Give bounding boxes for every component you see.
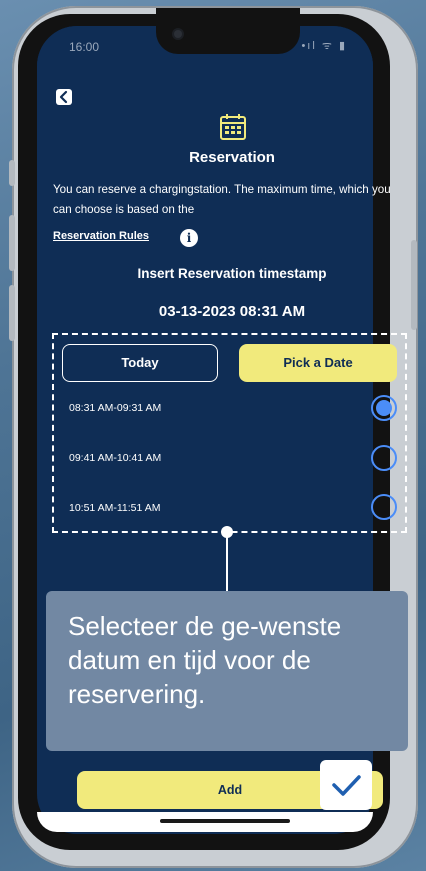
- camera-icon: [174, 30, 182, 38]
- time-slot-label[interactable]: 09:41 AM-10:41 AM: [69, 452, 161, 464]
- selected-datetime: 03-13-2023 08:31 AM: [158, 303, 306, 320]
- back-button[interactable]: [56, 89, 72, 105]
- today-button[interactable]: Today: [62, 344, 218, 382]
- calendar-icon: [220, 114, 246, 140]
- phone-volume-down: [9, 285, 15, 341]
- instruction-tooltip: Selecteer de ge-wenste datum en tijd voo…: [46, 591, 408, 751]
- status-icons: •ıl ᯤ ▮: [301, 40, 347, 52]
- info-icon[interactable]: i: [180, 229, 198, 247]
- page-title: Reservation: [189, 149, 275, 166]
- time-slot-label[interactable]: 10:51 AM-11:51 AM: [69, 502, 160, 514]
- confirm-check-button[interactable]: [320, 760, 372, 810]
- reservation-description: You can reserve a chargingstation. The m…: [53, 183, 391, 216]
- phone-side-button: [9, 160, 15, 186]
- time-slot-radio[interactable]: [371, 395, 397, 421]
- chevron-left-icon: [59, 90, 68, 104]
- home-indicator[interactable]: [160, 819, 290, 823]
- insert-timestamp-label: Insert Reservation timestamp: [137, 266, 327, 281]
- phone-volume-up: [9, 215, 15, 271]
- time-slot-label[interactable]: 08:31 AM-09:31 AM: [69, 402, 161, 414]
- time-slot-radio[interactable]: [371, 445, 397, 471]
- reservation-rules-link[interactable]: Reservation Rules: [53, 230, 149, 242]
- tooltip-text: Selecteer de ge-wenste datum en tijd voo…: [68, 611, 342, 709]
- time-slot-radio[interactable]: [371, 494, 397, 520]
- pick-date-button[interactable]: Pick a Date: [239, 344, 397, 382]
- checkmark-icon: [332, 775, 361, 796]
- status-time: 16:00: [69, 40, 100, 54]
- callout-line: [226, 536, 228, 592]
